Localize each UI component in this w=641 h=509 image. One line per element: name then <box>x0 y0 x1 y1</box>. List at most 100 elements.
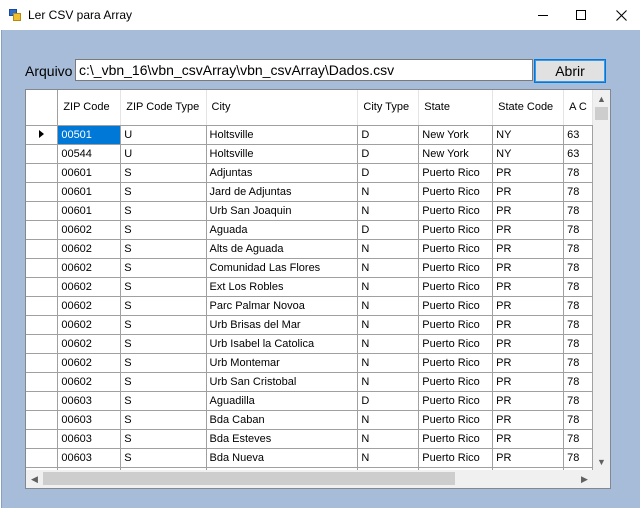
grid-cell[interactable]: Puerto Rico <box>418 239 494 259</box>
column-header[interactable]: ZIP Code <box>57 90 122 126</box>
grid-cell[interactable]: Puerto Rico <box>418 391 494 411</box>
grid-cell[interactable]: S <box>120 429 207 449</box>
table-row[interactable]: 00603 S Bda Nueva N Puerto Rico PR 78 <box>26 448 593 468</box>
scroll-up-icon[interactable]: ▲ <box>593 90 610 107</box>
grid-cell[interactable]: PR <box>492 372 565 392</box>
grid-cell[interactable]: PR <box>492 163 565 183</box>
grid-cell[interactable]: PR <box>492 182 565 202</box>
grid-cell[interactable]: N <box>357 410 420 430</box>
grid-cell[interactable]: 78 <box>563 201 593 221</box>
grid-cell[interactable]: 78 <box>563 277 593 297</box>
scroll-down-icon[interactable]: ▼ <box>593 453 610 470</box>
grid-cell[interactable]: 78 <box>563 448 593 468</box>
grid-cell[interactable]: N <box>357 448 420 468</box>
grid-cell[interactable]: 00601 <box>57 163 122 183</box>
grid-cell[interactable]: 78 <box>563 429 593 449</box>
grid-cell[interactable]: 00501 <box>57 125 122 145</box>
grid-cell[interactable]: Puerto Rico <box>418 315 494 335</box>
grid-cell[interactable]: N <box>357 372 420 392</box>
grid-cell[interactable]: PR <box>492 410 565 430</box>
grid-cell[interactable]: 00603 <box>57 410 122 430</box>
grid-cell[interactable]: 78 <box>563 334 593 354</box>
grid-cell[interactable]: Puerto Rico <box>418 277 494 297</box>
row-header[interactable] <box>26 220 59 240</box>
table-row[interactable]: 00603 S Bda Esteves N Puerto Rico PR 78 <box>26 429 593 449</box>
table-row[interactable]: 00601 S Jard de Adjuntas N Puerto Rico PR 78 <box>26 182 593 202</box>
grid-cell[interactable]: U <box>120 144 207 164</box>
grid-cell[interactable]: 78 <box>563 163 593 183</box>
grid-cell[interactable]: 00602 <box>57 372 122 392</box>
grid-cell[interactable]: D <box>357 220 420 240</box>
grid-cell[interactable]: D <box>357 391 420 411</box>
grid-cell[interactable]: 78 <box>563 315 593 335</box>
table-row[interactable]: 00602 S Parc Palmar Novoa N Puerto Rico PR 78 <box>26 296 593 316</box>
table-row[interactable]: 00544 U Holtsville D New York NY 63 <box>26 144 593 164</box>
table-row[interactable]: 00603 S Aguadilla D Puerto Rico PR 78 <box>26 391 593 411</box>
grid-cell[interactable]: 00603 <box>57 429 122 449</box>
grid-cell[interactable]: 00602 <box>57 334 122 354</box>
grid-cell[interactable]: S <box>120 448 207 468</box>
grid-cell[interactable]: 00601 <box>57 201 122 221</box>
grid-cell[interactable]: New York <box>418 125 494 145</box>
grid-cell[interactable]: D <box>357 144 420 164</box>
grid-cell[interactable]: 78 <box>563 258 593 278</box>
grid-cell[interactable]: 78 <box>563 220 593 240</box>
row-header[interactable] <box>26 353 59 373</box>
vertical-scrollbar[interactable]: ▲ ▼ <box>593 90 610 470</box>
grid-cell[interactable]: N <box>357 182 420 202</box>
table-row[interactable]: 00602 S Urb Brisas del Mar N Puerto Rico PR 78 <box>26 315 593 335</box>
grid-cell[interactable]: 78 <box>563 239 593 259</box>
grid-cell[interactable]: Aguadilla <box>206 391 359 411</box>
table-row[interactable]: 00501 U Holtsville D New York NY 63 <box>26 125 593 145</box>
grid-cell[interactable]: 00602 <box>57 296 122 316</box>
grid-cell[interactable]: 00602 <box>57 315 122 335</box>
table-row[interactable]: 00602 S Alts de Aguada N Puerto Rico PR 78 <box>26 239 593 259</box>
grid-cell[interactable]: N <box>357 315 420 335</box>
grid-cell[interactable]: PR <box>492 334 565 354</box>
grid-cell[interactable]: PR <box>492 296 565 316</box>
grid-cell[interactable]: PR <box>492 353 565 373</box>
grid-cell[interactable]: U <box>120 125 207 145</box>
grid-cell[interactable]: N <box>357 429 420 449</box>
title-bar[interactable]: Ler CSV para Array <box>0 0 641 30</box>
table-row[interactable]: 00602 S Urb Montemar N Puerto Rico PR 78 <box>26 353 593 373</box>
grid-cell[interactable]: Urb Isabel la Catolica <box>206 334 359 354</box>
grid-cell[interactable]: Urb San Cristobal <box>206 372 359 392</box>
grid-cell[interactable]: Adjuntas <box>206 163 359 183</box>
grid-cell[interactable]: PR <box>492 448 565 468</box>
row-header[interactable] <box>26 201 59 221</box>
grid-cell[interactable]: S <box>120 410 207 430</box>
grid-cell[interactable]: Puerto Rico <box>418 353 494 373</box>
row-header[interactable] <box>26 429 59 449</box>
grid-cell[interactable]: Aguada <box>206 220 359 240</box>
grid-cell[interactable]: Parc Palmar Novoa <box>206 296 359 316</box>
grid-cell[interactable]: PR <box>492 201 565 221</box>
row-header[interactable] <box>26 125 59 145</box>
file-path-input[interactable] <box>75 59 533 81</box>
row-header[interactable] <box>26 258 59 278</box>
data-grid[interactable]: ZIP Code ZIP Code Type City City Type State S… <box>25 89 611 489</box>
grid-cell[interactable]: 63 <box>563 144 593 164</box>
column-header[interactable]: City Type <box>357 90 420 126</box>
grid-cell[interactable]: D <box>357 163 420 183</box>
grid-cell[interactable]: Puerto Rico <box>418 429 494 449</box>
column-header[interactable]: City <box>206 90 359 126</box>
grid-cell[interactable]: S <box>120 372 207 392</box>
row-header[interactable] <box>26 144 59 164</box>
row-header[interactable] <box>26 334 59 354</box>
grid-cell[interactable]: S <box>120 353 207 373</box>
grid-cell[interactable]: Puerto Rico <box>418 410 494 430</box>
column-header[interactable]: State Code <box>492 90 565 126</box>
grid-cell[interactable]: PR <box>492 315 565 335</box>
grid-cell[interactable]: Puerto Rico <box>418 334 494 354</box>
grid-cell[interactable]: S <box>120 334 207 354</box>
grid-cell[interactable]: Puerto Rico <box>418 182 494 202</box>
grid-cell[interactable]: Holtsville <box>206 144 359 164</box>
grid-cell[interactable]: 00602 <box>57 258 122 278</box>
grid-cell[interactable]: PR <box>492 258 565 278</box>
scroll-left-icon[interactable]: ◀ <box>26 470 43 488</box>
horizontal-scrollbar[interactable]: ◀ ▶ <box>26 470 593 488</box>
grid-cell[interactable]: Bda Nueva <box>206 448 359 468</box>
grid-cell[interactable]: 63 <box>563 125 593 145</box>
row-header[interactable] <box>26 277 59 297</box>
